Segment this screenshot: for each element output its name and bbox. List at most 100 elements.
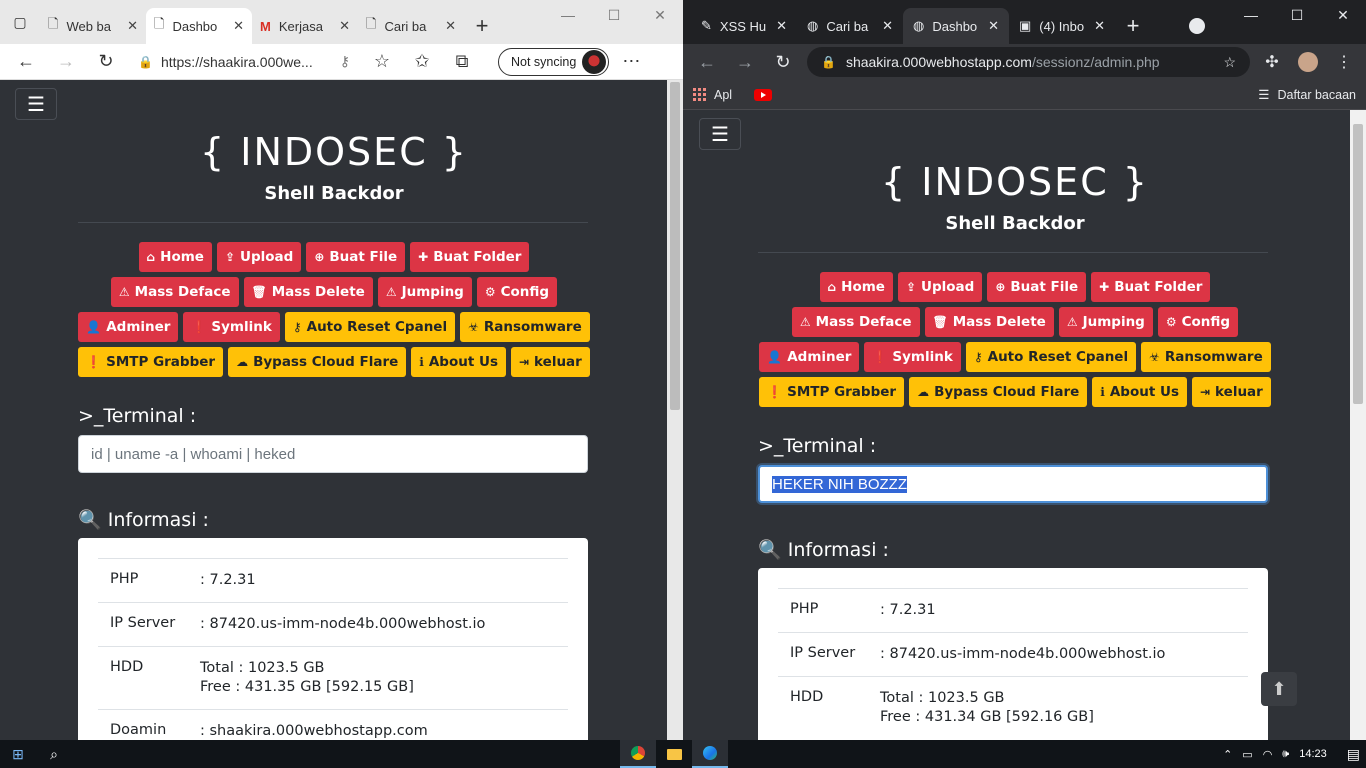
about-us-button[interactable]: ℹ About Us <box>1092 377 1187 407</box>
profile-sync-button[interactable]: Not syncing <box>498 47 610 76</box>
new-tab-button[interactable]: + <box>1115 8 1151 44</box>
address-bar[interactable]: 🔒 shaakira.000webhostapp.com/sessionz/ad… <box>807 47 1250 77</box>
tab-actions-icon[interactable]: ▢ <box>0 0 40 44</box>
jumping-button[interactable]: ⚠ Jumping <box>1058 307 1153 337</box>
new-tab-button[interactable]: + <box>464 8 500 44</box>
wifi-icon[interactable]: ◠ <box>1263 748 1273 761</box>
favorites-icon[interactable]: ✩ <box>404 47 440 77</box>
scrollbar[interactable] <box>667 80 683 740</box>
close-icon[interactable]: ✕ <box>339 18 350 34</box>
volume-icon[interactable]: 🕪 <box>1282 748 1289 761</box>
close-icon[interactable]: ✕ <box>1320 0 1366 30</box>
profile-avatar[interactable] <box>1292 47 1324 77</box>
ransomware-button[interactable]: ☣ Ransomware <box>1141 342 1271 372</box>
close-icon[interactable]: ✕ <box>637 0 683 30</box>
mass-deface-button[interactable]: ⚠ Mass Deface <box>791 307 920 337</box>
maximize-icon[interactable]: ☐ <box>591 0 637 30</box>
chrome-tab-2[interactable]: ◍ Cari ba ✕ <box>797 8 903 44</box>
close-icon[interactable]: ✕ <box>988 18 999 34</box>
keluar-button[interactable]: ⇥ keluar <box>1191 377 1271 407</box>
search-icon[interactable]: ⌕ <box>36 740 72 768</box>
edge-tab-1[interactable]: 🗋 Web ba ✕ <box>40 8 146 44</box>
edge-taskbar-icon[interactable] <box>692 740 728 768</box>
scrollbar[interactable] <box>1350 110 1366 740</box>
close-icon[interactable]: ✕ <box>882 18 893 34</box>
chrome-tab-3[interactable]: ◍ Dashbo ✕ <box>903 8 1009 44</box>
start-icon[interactable]: ⊞ <box>0 740 36 768</box>
battery-icon[interactable]: ▭ <box>1242 748 1252 761</box>
auto-reset-cpanel-button[interactable]: ⚷ Auto Reset Cpanel <box>965 342 1137 372</box>
back-icon[interactable]: ← <box>689 47 725 77</box>
edge-tab-2[interactable]: 🗋 Dashbo ✕ <box>146 8 252 44</box>
keluar-button[interactable]: ⇥ keluar <box>510 347 590 377</box>
apps-bookmark[interactable]: Apl <box>714 88 732 102</box>
mass-deface-button[interactable]: ⚠ Mass Deface <box>110 277 239 307</box>
forward-icon[interactable]: → <box>48 47 84 77</box>
star-icon[interactable]: ☆ <box>1223 54 1236 71</box>
terminal-input[interactable]: id | uname -a | whoami | heked <box>78 435 588 473</box>
smtp-grabber-button[interactable]: ❗ SMTP Grabber <box>78 347 224 377</box>
buat-file-button[interactable]: ⊕ Buat File <box>306 242 406 272</box>
chrome-tab-1[interactable]: ✎ XSS Hu ✕ <box>691 8 797 44</box>
address-bar[interactable]: 🔒 https://shaakira.000we... ⚷ <box>128 47 360 77</box>
buat-folder-button[interactable]: ✚ Buat Folder <box>410 242 530 272</box>
symlink-button[interactable]: ❗ Symlink <box>864 342 961 372</box>
edge-tab-4[interactable]: 🗋 Cari ba ✕ <box>358 8 464 44</box>
upload-button[interactable]: ⇪ Upload <box>897 272 983 302</box>
adminer-button[interactable]: 👤 Adminer <box>759 342 860 372</box>
close-icon[interactable]: ✕ <box>127 18 138 34</box>
back-icon[interactable]: ← <box>8 47 44 77</box>
close-icon[interactable]: ✕ <box>1094 18 1105 34</box>
clock[interactable]: 14:23 <box>1299 748 1327 760</box>
notifications-icon[interactable]: ▤ <box>1347 746 1360 763</box>
more-icon[interactable]: ⋯ <box>613 47 649 77</box>
collections-icon[interactable]: ⧉ <box>444 47 480 77</box>
chrome-taskbar-icon[interactable] <box>620 740 656 768</box>
key-icon[interactable]: ⚷ <box>340 53 350 70</box>
reload-icon[interactable]: ↻ <box>765 47 801 77</box>
ransomware-button[interactable]: ☣ Ransomware <box>460 312 590 342</box>
terminal-input[interactable]: HEKER NIH BOZZZ <box>758 465 1268 503</box>
config-button[interactable]: ⚙ Config <box>1157 307 1239 337</box>
scrollbar-thumb[interactable] <box>670 82 680 410</box>
menu-toggle-button[interactable]: ☰ <box>15 88 57 120</box>
symlink-button[interactable]: ❗ Symlink <box>183 312 280 342</box>
favorite-add-icon[interactable]: ☆ <box>364 47 400 77</box>
reload-icon[interactable]: ↻ <box>88 47 124 77</box>
scrollbar-thumb[interactable] <box>1353 124 1363 404</box>
apps-icon[interactable] <box>693 88 706 101</box>
reading-list[interactable]: ☰ Daftar bacaan <box>1258 87 1356 103</box>
close-icon[interactable]: ✕ <box>776 18 787 34</box>
minimize-icon[interactable]: — <box>1228 0 1274 30</box>
more-icon[interactable]: ⋮ <box>1328 47 1360 77</box>
config-button[interactable]: ⚙ Config <box>476 277 558 307</box>
chevron-up-icon[interactable]: ⌃ <box>1223 748 1232 761</box>
mass-delete-button[interactable]: 🗑 Mass Delete <box>924 307 1054 337</box>
extensions-icon[interactable]: ✣ <box>1256 47 1288 77</box>
bypass-cloud-flare-button[interactable]: ☁ Bypass Cloud Flare <box>228 347 407 377</box>
close-icon[interactable]: ✕ <box>233 18 244 34</box>
close-icon[interactable]: ✕ <box>445 18 456 34</box>
jumping-button[interactable]: ⚠ Jumping <box>377 277 472 307</box>
buat-folder-button[interactable]: ✚ Buat Folder <box>1091 272 1211 302</box>
smtp-grabber-button[interactable]: ❗ SMTP Grabber <box>759 377 905 407</box>
mass-delete-button[interactable]: 🗑 Mass Delete <box>243 277 373 307</box>
minimize-icon[interactable]: — <box>545 0 591 30</box>
chrome-tab-4[interactable]: ▣ (4) Inbo ✕ <box>1009 8 1115 44</box>
upload-button[interactable]: ⇪ Upload <box>216 242 302 272</box>
tab-search-button[interactable] <box>1179 8 1215 44</box>
edge-tab-3[interactable]: M Kerjasa ✕ <box>252 8 358 44</box>
bypass-cloud-flare-button[interactable]: ☁ Bypass Cloud Flare <box>909 377 1088 407</box>
buat-file-button[interactable]: ⊕ Buat File <box>987 272 1087 302</box>
youtube-icon[interactable] <box>754 88 773 101</box>
menu-toggle-button[interactable]: ☰ <box>699 118 741 150</box>
adminer-button[interactable]: 👤 Adminer <box>78 312 179 342</box>
forward-icon[interactable]: → <box>727 47 763 77</box>
about-us-button[interactable]: ℹ About Us <box>411 347 506 377</box>
home-button[interactable]: ⌂ Home <box>819 272 893 302</box>
home-button[interactable]: ⌂ Home <box>138 242 212 272</box>
auto-reset-cpanel-button[interactable]: ⚷ Auto Reset Cpanel <box>284 312 456 342</box>
scroll-to-top-button[interactable]: ⬆ <box>1261 672 1297 706</box>
maximize-icon[interactable]: ☐ <box>1274 0 1320 30</box>
file-explorer-icon[interactable] <box>656 740 692 768</box>
